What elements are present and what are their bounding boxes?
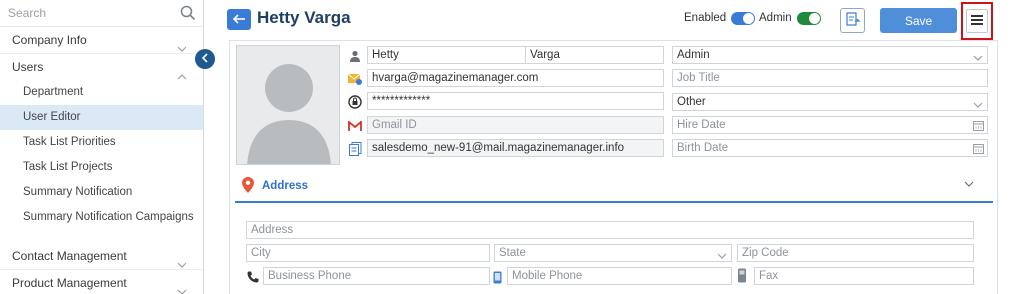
birth-date-field[interactable]: Birth Date xyxy=(672,139,988,157)
gmail-icon xyxy=(348,119,362,133)
sidebar-collapse-button[interactable] xyxy=(195,49,215,69)
map-pin-icon xyxy=(242,177,254,196)
email-field[interactable]: hvarga@magazinemanager.com xyxy=(367,69,664,87)
chevron-down-icon xyxy=(973,51,983,63)
mobile-phone-icon xyxy=(490,270,504,284)
sidebar-item-label: Product Management xyxy=(12,276,127,290)
admin-toggle[interactable] xyxy=(797,12,821,25)
menu-button-highlight xyxy=(961,2,993,40)
email-icon xyxy=(348,72,362,86)
document-export-icon xyxy=(845,11,861,30)
save-button[interactable]: Save xyxy=(880,8,957,33)
sidebar-item-task-list-projects[interactable]: Task List Projects xyxy=(0,155,203,180)
sidebar-item-product-management[interactable]: Product Management xyxy=(0,270,203,294)
menu-button[interactable] xyxy=(966,9,988,33)
birth-date-placeholder: Birth Date xyxy=(677,142,729,154)
sidebar-item-label: Users xyxy=(12,60,44,74)
business-phone-field[interactable]: Business Phone xyxy=(263,267,490,285)
fax-icon xyxy=(735,268,749,282)
admin-label: Admin xyxy=(759,12,792,24)
hire-date-field[interactable]: Hire Date xyxy=(672,116,988,134)
document-copy-icon xyxy=(348,142,362,156)
address-section-title[interactable]: Address xyxy=(262,180,308,192)
hamburger-menu-icon xyxy=(971,14,983,28)
sidebar-item-task-list-priorities[interactable]: Task List Priorities xyxy=(0,130,203,155)
zip-code-field[interactable]: Zip Code xyxy=(737,244,974,262)
arrow-left-icon xyxy=(232,13,246,27)
hire-date-placeholder: Hire Date xyxy=(677,119,726,131)
main-content: Hetty Varga Enabled Admin Save Hetty Var… xyxy=(205,0,1024,294)
chevron-up-icon xyxy=(177,63,187,89)
calendar-icon[interactable] xyxy=(973,120,984,133)
chevron-down-icon xyxy=(177,279,187,294)
address-field[interactable]: Address xyxy=(246,221,974,239)
sidebar: Company Info Users Department User Edito… xyxy=(0,0,204,294)
sidebar-item-users[interactable]: Users xyxy=(0,54,203,80)
export-button[interactable] xyxy=(840,8,865,33)
gmail-id-field[interactable]: Gmail ID xyxy=(367,116,664,134)
sidebar-item-label: Contact Management xyxy=(12,249,127,263)
password-lock-icon xyxy=(348,95,362,109)
chevron-left-icon xyxy=(201,52,209,66)
sidebar-item-summary-notification[interactable]: Summary Notification xyxy=(0,180,203,205)
chevron-down-icon[interactable] xyxy=(964,177,974,191)
page-title: Hetty Varga xyxy=(257,8,351,27)
city-field[interactable]: City xyxy=(246,244,490,262)
search-input[interactable] xyxy=(0,0,203,26)
back-button[interactable] xyxy=(227,9,251,30)
avatar-placeholder[interactable] xyxy=(236,45,340,165)
gender-value: Other xyxy=(677,96,706,108)
enabled-toggle[interactable] xyxy=(731,12,755,25)
user-form-panel: Hetty Varga Admin hvarga@magazinemanager… xyxy=(229,40,998,294)
sidebar-item-contact-management[interactable]: Contact Management xyxy=(0,243,203,269)
state-select[interactable]: State xyxy=(494,244,732,262)
fax-field[interactable]: Fax xyxy=(754,267,974,285)
first-name-field[interactable]: Hetty xyxy=(367,46,527,64)
mobile-phone-field[interactable]: Mobile Phone xyxy=(507,267,732,285)
section-divider xyxy=(235,201,993,203)
role-value: Admin xyxy=(677,49,710,61)
chevron-down-icon xyxy=(973,98,983,110)
last-name-field[interactable]: Varga xyxy=(525,46,664,64)
chevron-down-icon xyxy=(717,249,727,261)
phone-icon xyxy=(246,270,260,284)
sidebar-item-department[interactable]: Department xyxy=(0,80,203,105)
toggle-knob xyxy=(743,13,754,24)
sales-email-field[interactable]: salesdemo_new-91@mail.magazinemanager.in… xyxy=(367,139,664,157)
sidebar-item-user-editor[interactable]: User Editor xyxy=(0,105,203,130)
gender-select[interactable]: Other xyxy=(672,93,988,111)
user-icon xyxy=(348,49,362,63)
sidebar-item-label: Company Info xyxy=(12,33,87,47)
sidebar-item-company-info[interactable]: Company Info xyxy=(0,27,203,53)
search-box xyxy=(0,0,203,27)
state-placeholder: State xyxy=(499,247,526,259)
calendar-icon[interactable] xyxy=(973,143,984,156)
job-title-field[interactable]: Job Title xyxy=(672,69,988,87)
enabled-label: Enabled xyxy=(684,12,727,24)
sidebar-item-summary-notification-campaigns[interactable]: Summary Notification Campaigns xyxy=(0,205,203,243)
search-icon[interactable] xyxy=(180,5,196,24)
password-field[interactable]: ************* xyxy=(367,92,664,110)
role-select[interactable]: Admin xyxy=(672,46,988,64)
toggle-knob xyxy=(809,13,820,24)
